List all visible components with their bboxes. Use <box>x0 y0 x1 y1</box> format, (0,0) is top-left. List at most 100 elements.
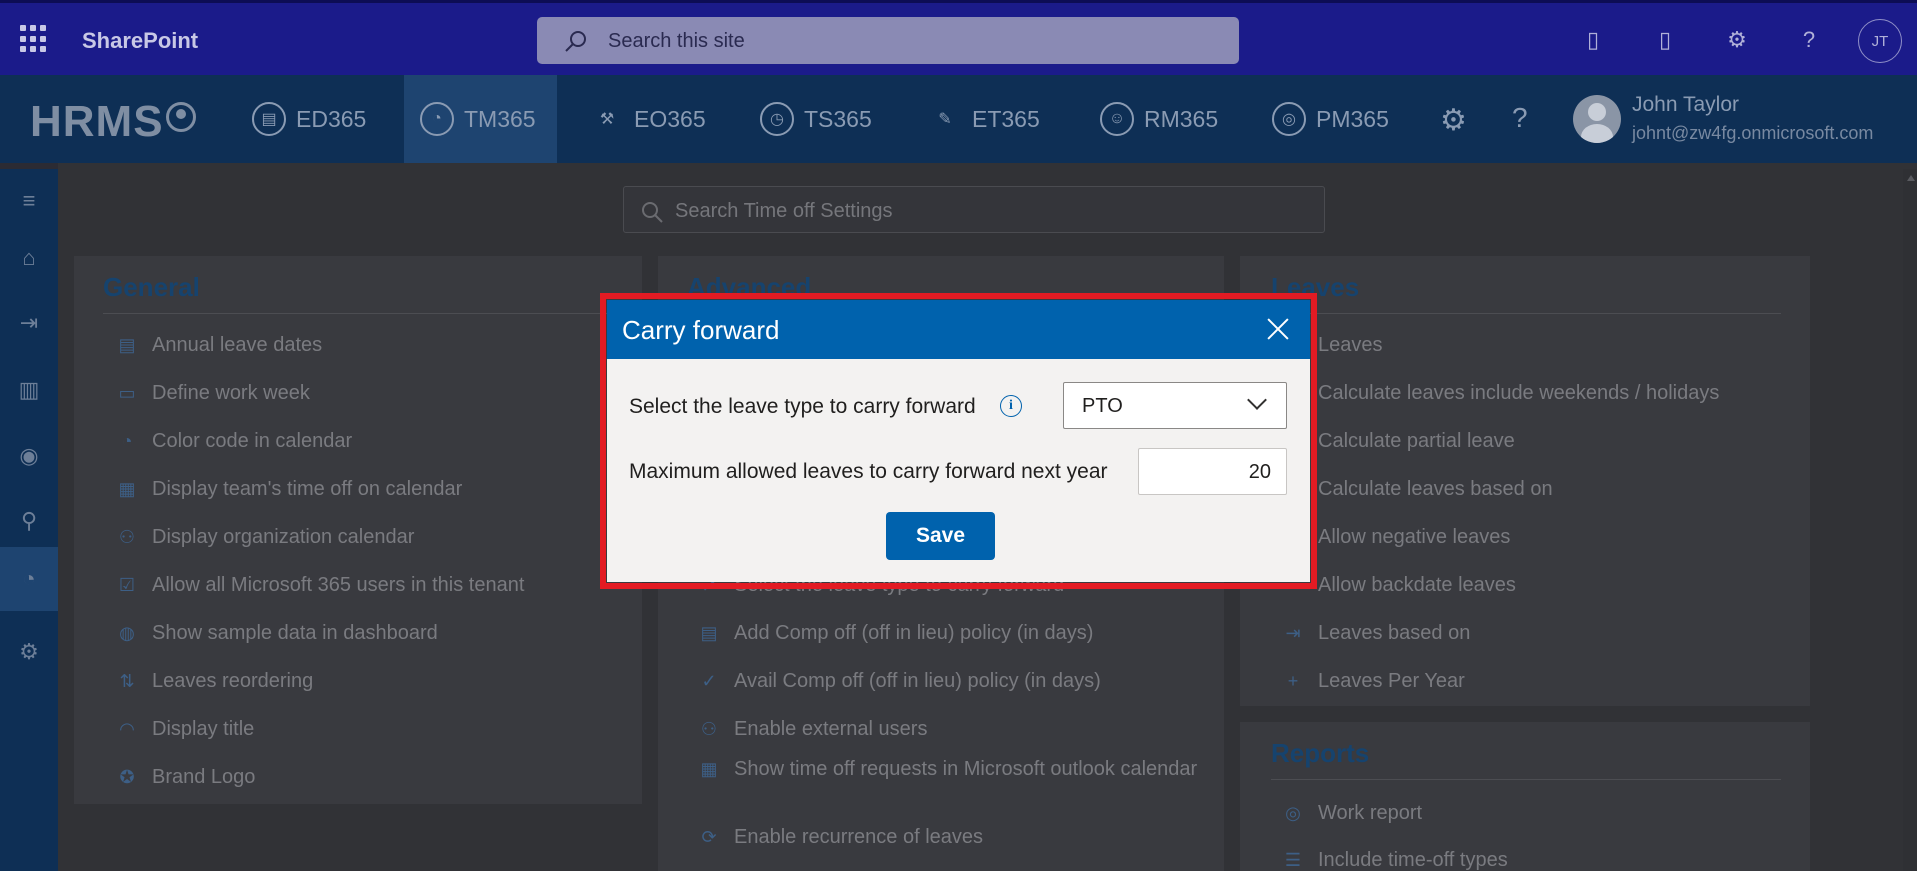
leaves-item[interactable]: — Allow backdate leaves <box>1282 571 1516 600</box>
general-item[interactable]: ▤ Annual leave dates <box>116 331 322 360</box>
checkmark-icon: ✓ <box>701 671 717 691</box>
dialog-title: Carry forward <box>622 315 780 345</box>
home-icon[interactable]: ⌂ <box>0 226 58 290</box>
nav-et365-label: ET365 <box>972 105 1040 132</box>
tablet-icon[interactable]: ▯ <box>1650 25 1680 55</box>
general-item[interactable]: ⚇ Display organization calendar <box>116 523 414 552</box>
leaves-item-label: Calculate leaves based on <box>1318 478 1553 500</box>
close-icon[interactable] <box>1262 313 1294 345</box>
account-avatar[interactable]: JT <box>1858 19 1902 63</box>
employee-directory-icon: ▤ <box>252 102 286 136</box>
performance-icon: ◎ <box>1272 102 1306 136</box>
general-item[interactable]: ◠ Display title <box>116 715 254 744</box>
app-help-icon[interactable]: ? <box>1512 102 1528 134</box>
max-leaves-label: Maximum allowed leaves to carry forward … <box>629 460 1108 483</box>
time-off-settings-search[interactable]: Search Time off Settings <box>623 186 1325 233</box>
sign-out-icon[interactable]: ⇥ <box>0 291 58 355</box>
hrms-logo-mark <box>165 102 196 132</box>
reorder-icon: ⇅ <box>119 671 135 691</box>
color-palette-icon: ◔ <box>121 431 133 451</box>
settings-search-placeholder: Search Time off Settings <box>675 200 893 222</box>
general-item[interactable]: ✪ Brand Logo <box>116 763 255 792</box>
advanced-item[interactable]: ⚇ Enable external users <box>698 715 928 744</box>
reports-title: Reports <box>1271 738 1370 768</box>
advanced-item[interactable]: ▦ Show time off requests in Microsoft out… <box>698 755 1198 784</box>
leaves-item-label: Allow negative leaves <box>1318 526 1511 548</box>
general-item-label: Display organization calendar <box>152 526 415 548</box>
general-item[interactable]: ▦ Display team's time off on calendar <box>116 475 462 504</box>
work-week-icon: ▭ <box>118 383 136 403</box>
advanced-item[interactable]: ▤ Add Comp off (off in lieu) policy (in d… <box>698 619 1093 648</box>
leaves-item-label: Leaves Per Year <box>1318 670 1465 692</box>
general-item[interactable]: ⇅ Leaves reordering <box>116 667 313 696</box>
site-search-box[interactable]: Search this site <box>537 17 1239 64</box>
general-item[interactable]: ☑ Allow all Microsoft 365 users in this t… <box>116 571 524 600</box>
general-item[interactable]: ▭ Define work week <box>116 379 309 408</box>
nav-ts365-label: TS365 <box>804 105 872 132</box>
reports-item-label: Work report <box>1318 802 1423 824</box>
settings-gear-icon[interactable]: ⚙ <box>1722 25 1752 55</box>
nav-pm365[interactable]: ◎ PM365 <box>1256 75 1405 163</box>
timesheet-icon: ◷ <box>760 102 794 136</box>
reports-divider <box>1271 779 1781 780</box>
leaves-item-label: Leaves based on <box>1318 622 1471 644</box>
leaves-item[interactable]: + Leaves Per Year <box>1282 667 1465 696</box>
app-launcher-icon[interactable] <box>20 25 48 53</box>
user-settings-icon[interactable]: ⚲ <box>0 489 58 553</box>
settings-icon[interactable]: ⚙ <box>0 620 58 684</box>
nav-ts365[interactable]: ◷ TS365 <box>744 75 888 163</box>
sign-in-icon: ⇥ <box>1285 623 1301 643</box>
time-off-icon: ◔ <box>420 102 454 136</box>
nav-ed365[interactable]: ▤ ED365 <box>236 75 382 163</box>
info-icon[interactable]: i <box>1000 395 1022 417</box>
nav-rm365-label: RM365 <box>1144 105 1219 132</box>
user-avatar[interactable] <box>1573 95 1621 143</box>
nav-et365[interactable]: ✎ ET365 <box>912 75 1056 163</box>
reports-item[interactable]: ◎ Work report <box>1282 799 1422 828</box>
page-scrollbar[interactable] <box>1903 169 1917 871</box>
hrms-app-nav: HRMS ▤ ED365 ◔ TM365 ⚒ EO365 ◷ TS365 ✎ ET365 … <box>0 75 1917 163</box>
calendar-icon: ▤ <box>118 335 136 355</box>
max-leaves-input[interactable]: 20 <box>1138 448 1287 495</box>
help-icon[interactable]: ? <box>1794 25 1824 55</box>
general-item-label: Show sample data in dashboard <box>152 622 438 644</box>
reports-item[interactable]: ☰ Include time-off types <box>1282 846 1508 871</box>
nav-eo365[interactable]: ⚒ EO365 <box>574 75 722 163</box>
list-icon: ☰ <box>1284 850 1302 870</box>
outlook-calendar-icon: ▦ <box>700 759 718 779</box>
leave-type-value: PTO <box>1082 395 1123 417</box>
general-divider <box>103 313 623 314</box>
recruitment-icon: ☺ <box>1100 102 1134 136</box>
analytics-icon[interactable]: ▥ <box>0 358 58 422</box>
general-item[interactable]: ◍ Show sample data in dashboard <box>116 619 438 648</box>
advanced-item[interactable]: ⟳ Enable recurrence of leaves <box>698 823 983 852</box>
user-email: johnt@zw4fg.onmicrosoft.com <box>1632 123 1874 143</box>
hrms-logo[interactable]: HRMS <box>30 97 196 147</box>
advanced-item[interactable]: ✓ Avail Comp off (off in lieu) policy (in… <box>698 667 1100 696</box>
sharepoint-brand[interactable]: SharePoint <box>82 28 198 54</box>
save-button[interactable]: Save <box>886 512 995 560</box>
team-calendar-icon: ▦ <box>118 479 136 499</box>
leave-type-label: Select the leave type to carry forward <box>629 395 976 418</box>
general-item-label: Annual leave dates <box>152 334 323 356</box>
hrms-logo-text: HRMS <box>30 97 164 146</box>
report-icon: ◎ <box>1285 803 1301 823</box>
mobile-icon[interactable]: ▯ <box>1578 25 1608 55</box>
leaves-item-label: Allow backdate leaves <box>1318 574 1516 596</box>
general-item-label: Allow all Microsoft 365 users in this te… <box>152 574 525 596</box>
leaves-divider <box>1271 313 1781 314</box>
general-item[interactable]: ◔ Color code in calendar <box>116 427 353 456</box>
organization-icon: ⚇ <box>118 527 136 547</box>
time-off-settings-icon[interactable]: ◔ <box>0 547 58 611</box>
leaves-item[interactable]: ⇥ Leaves based on <box>1282 619 1470 648</box>
left-rail: ≡ ⌂ ⇥ ▥ ◉ ⚲ ◔ ⚙ <box>0 169 58 871</box>
leaves-item[interactable]: ▦Calculate leaves based on <box>1282 475 1553 504</box>
leaves-item[interactable]: ▦Calculate leaves include weekends / hol… <box>1282 379 1719 408</box>
nav-rm365[interactable]: ☺ RM365 <box>1084 75 1234 163</box>
app-settings-gear-icon[interactable]: ⚙ <box>1440 103 1467 138</box>
leave-type-dropdown[interactable]: PTO <box>1063 382 1287 429</box>
hamburger-menu-icon[interactable]: ≡ <box>0 169 58 233</box>
nav-tm365[interactable]: ◔ TM365 <box>404 75 557 163</box>
dashboard-icon[interactable]: ◉ <box>0 424 58 488</box>
general-item-label: Color code in calendar <box>152 430 353 452</box>
